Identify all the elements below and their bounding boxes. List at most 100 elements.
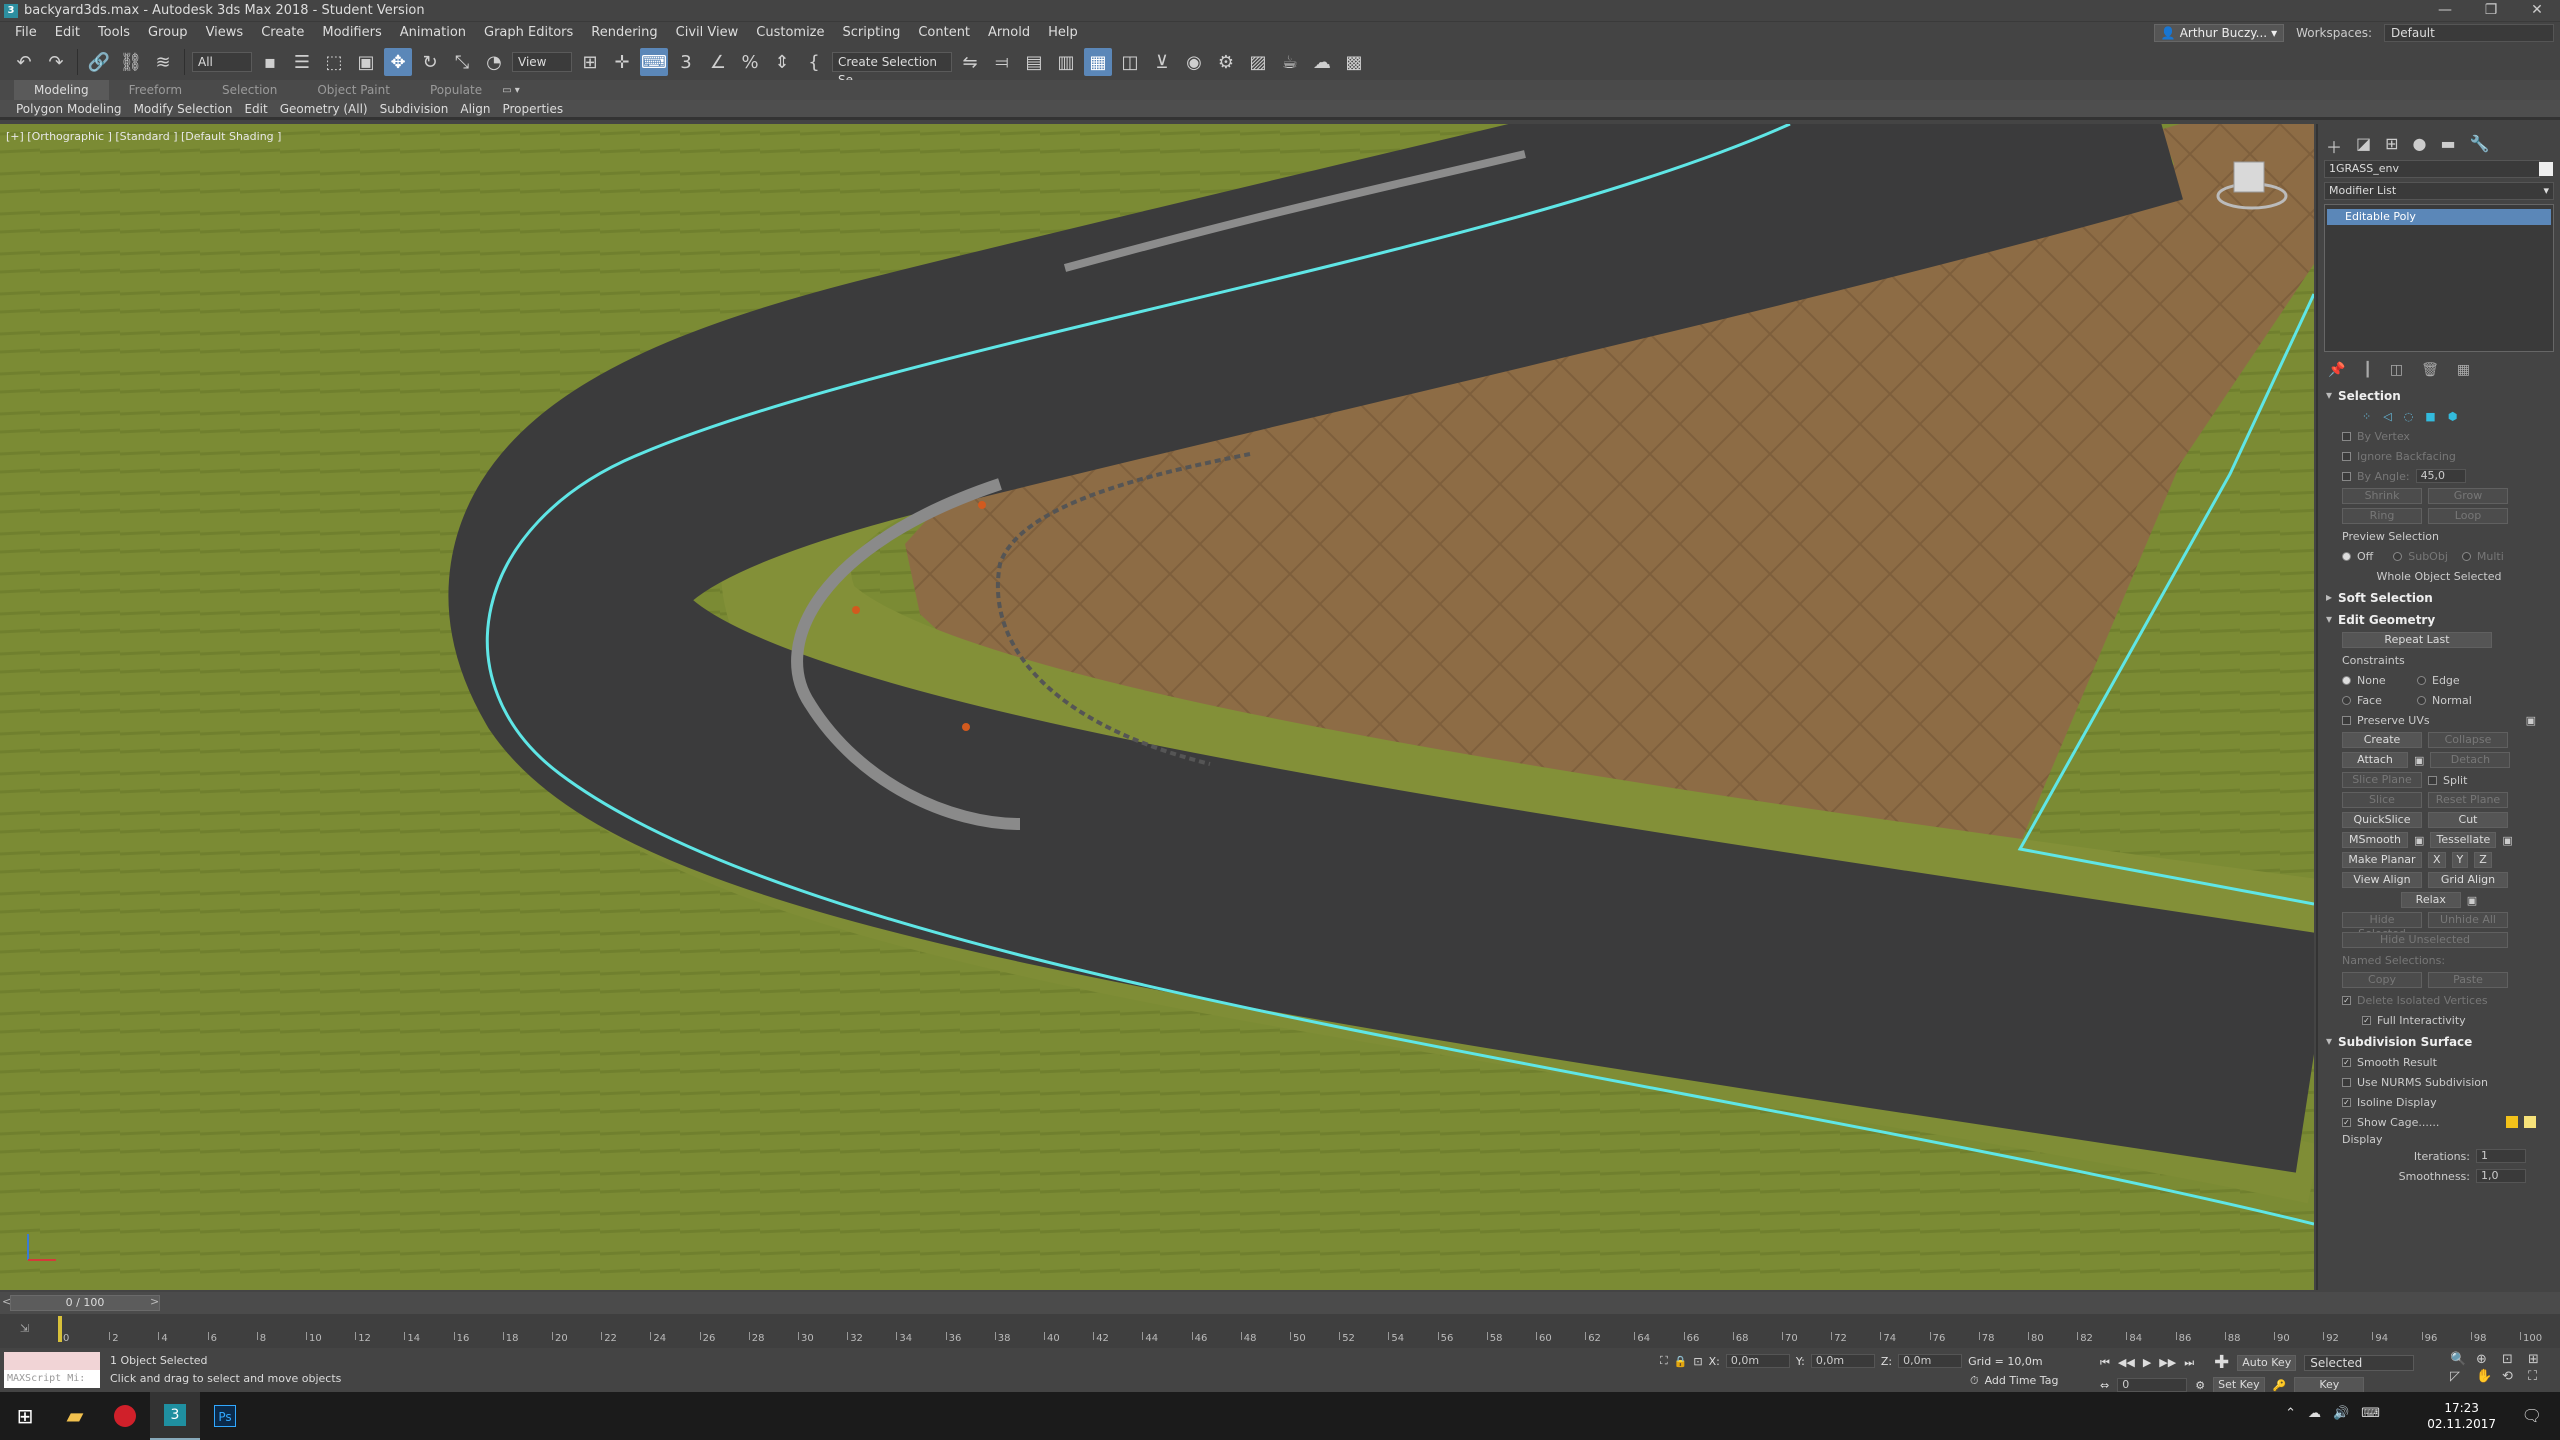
- rendered-frame-window-icon[interactable]: ▨: [1244, 48, 1272, 76]
- menu-create[interactable]: Create: [252, 22, 313, 44]
- detach-button[interactable]: Detach: [2430, 752, 2511, 768]
- taskbar-file-explorer[interactable]: ▰: [50, 1392, 100, 1440]
- configure-modifier-sets-icon[interactable]: ▦: [2457, 362, 2470, 378]
- percent-snap-icon[interactable]: %: [736, 48, 764, 76]
- relax-settings-icon[interactable]: ▣: [2467, 894, 2477, 907]
- planar-z-button[interactable]: Z: [2474, 852, 2492, 868]
- slice-button[interactable]: Slice: [2342, 792, 2422, 808]
- collapse-button[interactable]: Collapse: [2428, 732, 2508, 748]
- render-setup-icon[interactable]: ⚙: [1212, 48, 1240, 76]
- absolute-mode-icon[interactable]: ⊡: [1693, 1355, 1702, 1368]
- mirror-icon[interactable]: ⇋: [956, 48, 984, 76]
- go-to-start-icon[interactable]: ⏮: [2100, 1356, 2110, 1370]
- constraint-face-radio[interactable]: [2342, 695, 2351, 705]
- msmooth-button[interactable]: MSmooth: [2342, 832, 2408, 848]
- minimize-button[interactable]: —: [2422, 0, 2468, 22]
- full-interactivity-checkbox[interactable]: ✓: [2362, 1015, 2371, 1025]
- repeat-last-button[interactable]: Repeat Last: [2342, 632, 2492, 648]
- utilities-tab-icon[interactable]: 🔧: [2470, 134, 2490, 156]
- loop-button[interactable]: Loop: [2428, 508, 2508, 524]
- menu-content[interactable]: Content: [909, 22, 979, 44]
- object-color-swatch[interactable]: [2539, 162, 2553, 176]
- lock-selection-icon[interactable]: 🔒: [1674, 1355, 1688, 1368]
- hierarchy-tab-icon[interactable]: ⊞: [2385, 134, 2398, 156]
- cut-button[interactable]: Cut: [2428, 812, 2508, 828]
- by-vertex-checkbox[interactable]: [2342, 431, 2351, 441]
- angle-snap-icon[interactable]: ∠: [704, 48, 732, 76]
- y-coordinate-field[interactable]: 0,0m: [1810, 1354, 1875, 1368]
- render-in-cloud-icon[interactable]: ☁: [1308, 48, 1336, 76]
- pivot-center-icon[interactable]: ⊞: [576, 48, 604, 76]
- by-angle-checkbox[interactable]: [2342, 471, 2351, 481]
- field-of-view-icon[interactable]: ◸: [2450, 1369, 2474, 1384]
- tab-freeform[interactable]: Freeform: [109, 80, 202, 100]
- z-coordinate-field[interactable]: 0,0m: [1898, 1354, 1963, 1368]
- menu-views[interactable]: Views: [197, 22, 253, 44]
- reset-plane-button[interactable]: Reset Plane: [2428, 792, 2508, 808]
- key-icon[interactable]: 🔑: [2273, 1379, 2287, 1392]
- smoothness-spinner[interactable]: 1,0: [2476, 1169, 2526, 1183]
- user-account-dropdown[interactable]: 👤 Arthur Buczy... ▾: [2153, 24, 2285, 42]
- preview-subobj-radio[interactable]: [2393, 551, 2403, 561]
- hide-selected-button[interactable]: Hide Selected: [2342, 912, 2422, 940]
- menu-help[interactable]: Help: [1039, 22, 1087, 44]
- preview-off-radio[interactable]: [2342, 551, 2351, 561]
- remove-modifier-icon[interactable]: 🗑: [2421, 362, 2439, 378]
- preserve-uvs-checkbox[interactable]: [2342, 715, 2351, 725]
- panel-properties[interactable]: Properties: [496, 102, 569, 116]
- iterations-spinner[interactable]: 1: [2476, 1149, 2526, 1163]
- key-filters-button[interactable]: Key Filters...: [2294, 1377, 2365, 1405]
- zoom-icon[interactable]: 🔍: [2450, 1352, 2474, 1367]
- split-checkbox[interactable]: [2428, 775, 2437, 785]
- menu-edit[interactable]: Edit: [46, 22, 89, 44]
- quickslice-button[interactable]: QuickSlice: [2342, 812, 2422, 828]
- restore-button[interactable]: ❐: [2468, 0, 2514, 22]
- settings-icon[interactable]: ▣: [2526, 714, 2536, 727]
- tab-modeling[interactable]: Modeling: [14, 80, 109, 100]
- add-time-tag[interactable]: ⏱ Add Time Tag: [1970, 1374, 2058, 1388]
- object-name-field[interactable]: 1GRASS_env: [2324, 160, 2553, 178]
- auto-key-button[interactable]: Auto Key: [2237, 1354, 2297, 1371]
- menu-modifiers[interactable]: Modifiers: [313, 22, 390, 44]
- show-end-result-icon[interactable]: ┃: [2363, 362, 2371, 378]
- ignore-backfacing-row[interactable]: Ignore Backfacing: [2322, 446, 2556, 466]
- panel-modify-selection[interactable]: Modify Selection: [128, 102, 239, 116]
- ribbon-toggle-icon[interactable]: ▭ ▾: [502, 85, 520, 96]
- stack-item-editable-poly[interactable]: Editable Poly: [2327, 209, 2551, 225]
- msmooth-settings-icon[interactable]: ▣: [2414, 834, 2424, 847]
- by-angle-row[interactable]: By Angle: 45,0: [2322, 466, 2556, 486]
- taskbar-vivaldi[interactable]: [100, 1392, 150, 1440]
- redo-icon[interactable]: ↷: [42, 48, 70, 76]
- maxscript-output[interactable]: [4, 1352, 100, 1370]
- select-and-place-icon[interactable]: ◔: [480, 48, 508, 76]
- edge-icon[interactable]: ◁: [2383, 410, 2391, 423]
- ring-button[interactable]: Ring: [2342, 508, 2422, 524]
- smooth-result-checkbox[interactable]: ✓: [2342, 1057, 2351, 1067]
- panel-align[interactable]: Align: [454, 102, 496, 116]
- toggle-scene-explorer-icon[interactable]: ▤: [1020, 48, 1048, 76]
- rectangular-selection-icon[interactable]: ⬚: [320, 48, 348, 76]
- tessellate-button[interactable]: Tessellate: [2430, 832, 2497, 848]
- panel-geometry-all[interactable]: Geometry (All): [274, 102, 374, 116]
- isoline-checkbox[interactable]: ✓: [2342, 1097, 2351, 1107]
- maxscript-input[interactable]: MAXScript Mi:: [4, 1370, 100, 1388]
- network-icon[interactable]: ☁: [2308, 1406, 2321, 1421]
- keyboard-icon[interactable]: ⌨: [2361, 1406, 2380, 1421]
- toggle-ribbon-icon[interactable]: ▦: [1084, 48, 1112, 76]
- tab-object-paint[interactable]: Object Paint: [297, 80, 410, 100]
- previous-key-icon[interactable]: ◀◀: [2118, 1356, 2135, 1369]
- viewport[interactable]: [+] [Orthographic ] [Standard ] [Default…: [0, 124, 2314, 1290]
- mini-curve-editor-icon[interactable]: ⇲: [20, 1322, 29, 1335]
- go-to-end-icon[interactable]: ⏭: [2184, 1356, 2194, 1370]
- display-tab-icon[interactable]: ▬: [2441, 134, 2456, 156]
- planar-y-button[interactable]: Y: [2451, 852, 2469, 868]
- close-button[interactable]: ✕: [2514, 0, 2560, 22]
- selection-filter-dropdown[interactable]: All: [192, 52, 252, 72]
- named-selection-sets-dropdown[interactable]: Create Selection Se: [832, 52, 952, 87]
- motion-tab-icon[interactable]: ●: [2413, 134, 2427, 156]
- element-icon[interactable]: ⬢: [2448, 410, 2458, 423]
- time-slider-thumb[interactable]: 0 / 100: [10, 1295, 160, 1311]
- toggle-layer-explorer-icon[interactable]: ▥: [1052, 48, 1080, 76]
- cage-selection-color-swatch[interactable]: [2524, 1116, 2536, 1128]
- track-bar[interactable]: ⇲ 0 2 4 6 8 10 12 14 16 18 20 22 24 26 28 30 32 34 36 38 40 4…: [0, 1314, 2560, 1348]
